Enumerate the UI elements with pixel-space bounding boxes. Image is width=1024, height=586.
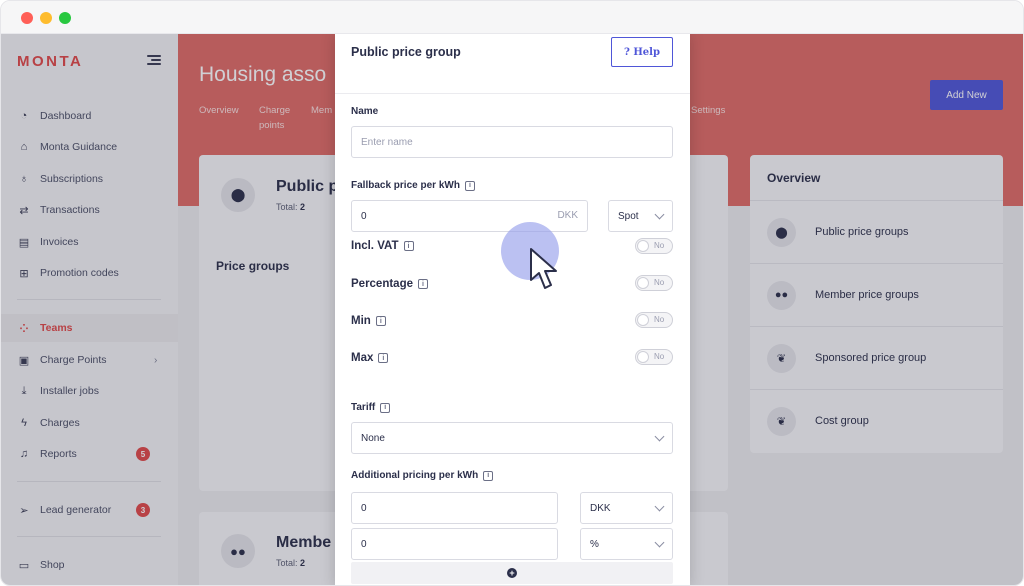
min-toggle[interactable]: No (635, 312, 673, 328)
toggle-label-text: Max (351, 352, 374, 364)
additional-percent-unit-select[interactable]: % (580, 528, 673, 560)
info-icon[interactable]: i (380, 402, 391, 413)
help-button[interactable]: ? Help (611, 37, 673, 67)
additional-percent-unit-value: % (590, 538, 599, 550)
additional-pricing-label-text: Additional pricing per kWh (351, 470, 479, 481)
tariff-select[interactable]: None (351, 422, 673, 454)
toggle-knob (637, 240, 649, 252)
fallback-type-value: Spot (618, 210, 639, 222)
additional-percent-input[interactable]: 0 (351, 528, 558, 560)
min-label: Min i (351, 315, 386, 327)
chevron-down-icon (654, 209, 665, 220)
info-icon[interactable]: i (483, 470, 494, 481)
public-price-group-modal: Public price group ? Help Name Enter nam… (335, 34, 690, 585)
modal-header: Public price group ? Help (335, 34, 690, 94)
max-label: Max i (351, 352, 389, 364)
info-icon[interactable]: i (403, 241, 414, 251)
chevron-down-icon (654, 501, 665, 512)
info-icon[interactable]: i (378, 353, 389, 363)
fallback-price-label: Fallback price per kWh i (351, 180, 475, 191)
app: MONTA ◔ Dashboard ⌂ Monta Guidance ♁ Sub… (1, 34, 1023, 585)
add-pricing-row-button[interactable]: + (351, 562, 673, 584)
additional-percent-value: 0 (361, 538, 367, 550)
name-input[interactable]: Enter name (351, 126, 673, 158)
close-window-button[interactable] (21, 12, 33, 24)
fallback-type-select[interactable]: Spot (608, 200, 673, 232)
toggle-knob (637, 277, 649, 289)
tariff-label-text: Tariff (351, 402, 376, 413)
additional-price-input[interactable]: 0 (351, 492, 558, 524)
toggle-knob (637, 351, 649, 363)
max-toggle[interactable]: No (635, 349, 673, 365)
toggle-label-text: Min (351, 315, 371, 327)
toggle-state: No (654, 278, 665, 287)
window-titlebar (1, 1, 1023, 34)
additional-price-value: 0 (361, 502, 367, 514)
percentage-label: Percentage i (351, 278, 429, 290)
incl-vat-toggle[interactable]: No (635, 238, 673, 254)
tariff-label: Tariff i (351, 402, 391, 413)
toggle-state: No (654, 352, 665, 361)
toggle-label-text: Incl. VAT (351, 240, 399, 252)
fallback-currency: DKK (557, 210, 578, 221)
additional-unit-select[interactable]: DKK (580, 492, 673, 524)
additional-pricing-label: Additional pricing per kWh i (351, 470, 494, 481)
toggle-state: No (654, 241, 665, 250)
additional-unit-value: DKK (590, 502, 611, 514)
minimize-window-button[interactable] (40, 12, 52, 24)
info-icon[interactable]: i (375, 316, 386, 326)
fallback-price-value: 0 (361, 210, 367, 222)
toggle-knob (637, 314, 649, 326)
toggle-label-text: Percentage (351, 278, 414, 290)
tariff-value: None (361, 432, 385, 444)
fallback-price-label-text: Fallback price per kWh (351, 180, 460, 191)
info-icon[interactable]: i (418, 279, 429, 289)
app-window: MONTA ◔ Dashboard ⌂ Monta Guidance ♁ Sub… (0, 0, 1024, 586)
info-icon[interactable]: i (464, 180, 475, 191)
plus-icon: + (507, 568, 517, 578)
percentage-toggle[interactable]: No (635, 275, 673, 291)
maximize-window-button[interactable] (59, 12, 71, 24)
chevron-down-icon (654, 431, 665, 442)
modal-title: Public price group (351, 45, 461, 59)
incl-vat-label: Incl. VAT i (351, 240, 414, 252)
fallback-price-input[interactable]: 0 DKK (351, 200, 588, 232)
chevron-down-icon (654, 537, 665, 548)
toggle-state: No (654, 315, 665, 324)
mouse-pointer-icon (530, 248, 557, 289)
name-label: Name (351, 106, 379, 117)
